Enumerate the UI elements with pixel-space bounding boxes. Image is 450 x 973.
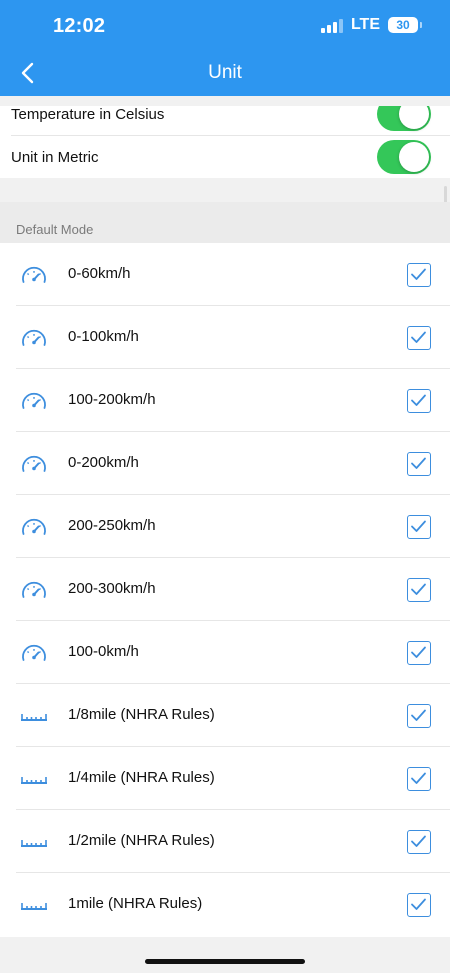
battery-icon: 30 xyxy=(388,17,422,33)
mode-label: 0-60km/h xyxy=(68,265,131,282)
speedometer-icon xyxy=(20,577,48,603)
app-header: 12:02 LTE 30 Unit xyxy=(0,0,450,96)
mode-list: 0-60km/h 0-100km/h 100-200km/h 0-200km/h 200… xyxy=(0,243,450,936)
speedometer-icon xyxy=(20,262,48,288)
mode-label: 1/4mile (NHRA Rules) xyxy=(68,769,215,786)
mode-row[interactable]: 1mile (NHRA Rules) xyxy=(0,873,450,936)
home-indicator[interactable] xyxy=(145,959,305,964)
mode-checkbox[interactable] xyxy=(407,452,431,476)
mode-label: 100-0km/h xyxy=(68,643,139,660)
mode-row[interactable]: 0-100km/h xyxy=(0,306,450,369)
mode-row[interactable]: 200-300km/h xyxy=(0,558,450,621)
mode-row[interactable]: 200-250km/h xyxy=(0,495,450,558)
toggle-label: Temperature in Celsius xyxy=(11,106,165,123)
signal-icon xyxy=(320,17,343,33)
ruler-icon xyxy=(20,892,48,918)
status-time: 12:02 xyxy=(53,15,106,37)
metric-toggle[interactable] xyxy=(377,140,431,174)
mode-row[interactable]: 1/8mile (NHRA Rules) xyxy=(0,684,450,747)
mode-label: 0-200km/h xyxy=(68,454,139,471)
mode-checkbox[interactable] xyxy=(407,389,431,413)
speedometer-icon xyxy=(20,388,48,414)
status-indicators: LTE 30 xyxy=(320,16,422,34)
mode-checkbox[interactable] xyxy=(407,704,431,728)
mode-checkbox[interactable] xyxy=(407,641,431,665)
spacer xyxy=(0,96,450,106)
mode-label: 0-100km/h xyxy=(68,328,139,345)
network-type: LTE xyxy=(350,16,380,33)
bottom-spacer xyxy=(0,937,450,973)
mode-label: 200-300km/h xyxy=(68,580,156,597)
mode-row[interactable]: 100-200km/h xyxy=(0,369,450,432)
mode-label: 200-250km/h xyxy=(68,517,156,534)
toggle-label: Unit in Metric xyxy=(11,149,99,166)
celsius-toggle[interactable] xyxy=(377,106,431,131)
mode-row[interactable]: 100-0km/h xyxy=(0,621,450,684)
speedometer-icon xyxy=(20,325,48,351)
mode-checkbox[interactable] xyxy=(407,578,431,602)
ruler-icon xyxy=(20,766,48,792)
mode-row[interactable]: 1/4mile (NHRA Rules) xyxy=(0,747,450,810)
mode-row[interactable]: 0-200km/h xyxy=(0,432,450,495)
mode-checkbox[interactable] xyxy=(407,515,431,539)
mode-checkbox[interactable] xyxy=(407,263,431,287)
speedometer-icon xyxy=(20,451,48,477)
toggle-row-celsius[interactable]: Temperature in Celsius xyxy=(0,106,450,136)
section-header: Default Mode xyxy=(0,202,450,243)
mode-label: 1/2mile (NHRA Rules) xyxy=(68,832,215,849)
mode-checkbox[interactable] xyxy=(407,767,431,791)
mode-row[interactable]: 0-60km/h xyxy=(0,243,450,306)
mode-checkbox[interactable] xyxy=(407,830,431,854)
section-title: Default Mode xyxy=(16,222,94,237)
mode-checkbox[interactable] xyxy=(407,893,431,917)
page-title: Unit xyxy=(208,62,242,83)
toggle-row-metric[interactable]: Unit in Metric xyxy=(0,136,450,178)
ruler-icon xyxy=(20,829,48,855)
speedometer-icon xyxy=(20,514,48,540)
battery-level: 30 xyxy=(396,18,410,32)
ruler-icon xyxy=(20,703,48,729)
mode-label: 100-200km/h xyxy=(68,391,156,408)
speedometer-icon xyxy=(20,640,48,666)
spacer xyxy=(0,178,450,202)
mode-checkbox[interactable] xyxy=(407,326,431,350)
mode-label: 1mile (NHRA Rules) xyxy=(68,895,203,912)
mode-row[interactable]: 1/2mile (NHRA Rules) xyxy=(0,810,450,873)
mode-label: 1/8mile (NHRA Rules) xyxy=(68,706,215,723)
